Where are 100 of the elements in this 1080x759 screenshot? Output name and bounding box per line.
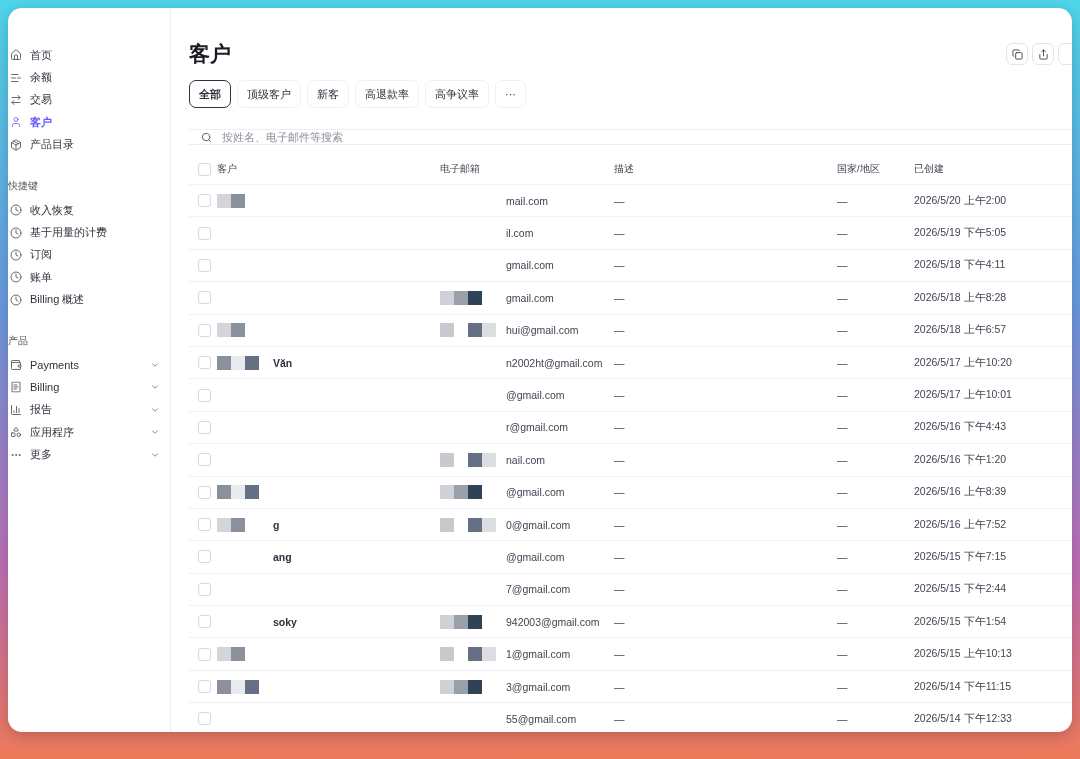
checkbox[interactable] bbox=[198, 258, 211, 272]
nav-item[interactable]: Billing 概述 bbox=[8, 288, 170, 311]
country-text: — bbox=[837, 324, 848, 337]
filter-tab[interactable]: 全部 bbox=[189, 80, 231, 108]
checkbox[interactable] bbox=[198, 323, 211, 337]
checkbox[interactable] bbox=[198, 194, 211, 208]
nav-item[interactable]: 客户 bbox=[8, 111, 170, 134]
description-text: — bbox=[614, 227, 625, 240]
created-date: 2026/5/15 上午10:13 bbox=[914, 647, 1012, 662]
section-title: 快捷键 bbox=[8, 179, 39, 193]
email-text: nail.com bbox=[506, 453, 546, 466]
list-icon bbox=[10, 71, 22, 84]
country-text: — bbox=[837, 259, 848, 272]
email-text: 0@gmail.com bbox=[506, 518, 571, 531]
email-text: gmail.com bbox=[506, 259, 554, 272]
created-date: 2026/5/14 下午12:33 bbox=[914, 711, 1012, 726]
description-text: — bbox=[614, 453, 625, 466]
user-icon bbox=[10, 116, 22, 129]
nav-item[interactable]: Payments bbox=[8, 353, 170, 377]
created-date: 2026/5/15 下午2:44 bbox=[914, 582, 1007, 597]
checkbox[interactable] bbox=[198, 420, 211, 434]
country-text: — bbox=[837, 194, 848, 207]
description-text: — bbox=[614, 583, 625, 596]
description-text: — bbox=[614, 615, 625, 628]
created-date: 2026/5/20 上午2:00 bbox=[914, 193, 1007, 208]
country-text: — bbox=[837, 356, 848, 369]
nav-item[interactable]: 账单 bbox=[8, 266, 170, 289]
nav-item[interactable]: 收入恢复 bbox=[8, 198, 170, 222]
nav-item[interactable]: 订阅 bbox=[8, 243, 170, 267]
email-text: mail.com bbox=[506, 194, 548, 207]
checkbox[interactable] bbox=[198, 485, 211, 499]
checkbox[interactable] bbox=[198, 550, 211, 564]
filter-tab[interactable]: 高退款率 bbox=[355, 80, 419, 108]
email-text: 7@gmail.com bbox=[506, 583, 571, 596]
email-text: 942003@gmail.com bbox=[506, 615, 600, 628]
box-icon bbox=[10, 138, 22, 151]
country-text: — bbox=[837, 615, 848, 628]
nav-item[interactable]: 应用程序 bbox=[8, 421, 170, 444]
email-text: il.com bbox=[506, 227, 534, 240]
clock-icon bbox=[10, 204, 22, 217]
created-date: 2026/5/15 下午1:54 bbox=[914, 614, 1007, 629]
clock-icon bbox=[10, 293, 22, 306]
filter-tab[interactable]: 顶级客户 bbox=[237, 80, 301, 108]
filter-tab[interactable]: 高争议率 bbox=[425, 80, 489, 108]
country-text: — bbox=[837, 680, 848, 693]
search-field[interactable]: 按姓名、电子邮件等搜索 bbox=[220, 130, 1072, 144]
country-text: — bbox=[837, 551, 848, 563]
created-date: 2026/5/14 下午11:15 bbox=[914, 679, 1012, 694]
nav-item[interactable]: 更多 bbox=[8, 443, 170, 466]
nav-item[interactable]: 余额 bbox=[8, 66, 170, 89]
country-text: — bbox=[837, 389, 848, 402]
checkbox[interactable] bbox=[198, 582, 211, 596]
filter-tab[interactable]: ··· bbox=[495, 80, 526, 108]
nav-item[interactable]: 报告 bbox=[8, 398, 170, 422]
checkbox[interactable] bbox=[198, 453, 211, 467]
country-text: — bbox=[837, 453, 848, 466]
email-text: n2002ht@gmail.com bbox=[506, 356, 603, 369]
description-text: — bbox=[614, 518, 625, 531]
copy-button[interactable] bbox=[1006, 43, 1028, 65]
created-date: 2026/5/18 上午8:28 bbox=[914, 290, 1007, 305]
wallet-icon bbox=[10, 359, 22, 372]
arrows-icon bbox=[10, 93, 22, 106]
email-text: @gmail.com bbox=[506, 486, 565, 499]
checkbox[interactable] bbox=[198, 162, 211, 176]
email-text: 3@gmail.com bbox=[506, 680, 571, 693]
description-text: — bbox=[614, 551, 625, 563]
email-text: gmail.com bbox=[506, 291, 554, 304]
column-header: 描述 bbox=[614, 162, 634, 176]
filter-tab[interactable]: 新客 bbox=[307, 80, 349, 108]
customer-name: ang bbox=[273, 551, 292, 563]
nav-item[interactable]: 交易 bbox=[8, 88, 170, 112]
created-date: 2026/5/15 下午7:15 bbox=[914, 550, 1007, 564]
checkbox[interactable] bbox=[198, 226, 211, 240]
page-title: 客户 bbox=[189, 41, 231, 67]
description-text: — bbox=[614, 291, 625, 304]
nav-item[interactable]: 基于用量的计费 bbox=[8, 221, 170, 244]
bar-chart-icon bbox=[10, 403, 22, 416]
checkbox[interactable] bbox=[198, 615, 211, 629]
checkbox[interactable] bbox=[198, 647, 211, 661]
nav-item[interactable]: 首页 bbox=[8, 44, 170, 67]
checkbox[interactable] bbox=[198, 712, 211, 726]
share-button[interactable] bbox=[1032, 43, 1054, 65]
checkbox[interactable] bbox=[198, 518, 211, 532]
shapes-icon bbox=[10, 426, 22, 439]
nav-item[interactable]: Billing bbox=[8, 376, 170, 399]
checkbox[interactable] bbox=[198, 388, 211, 402]
checkbox[interactable] bbox=[198, 356, 211, 370]
description-text: — bbox=[614, 324, 625, 337]
clock-icon bbox=[10, 226, 22, 239]
section-title: 产品 bbox=[8, 334, 29, 348]
nav-item[interactable]: 产品目录 bbox=[8, 133, 170, 156]
column-header: 已创建 bbox=[914, 162, 944, 176]
checkbox[interactable] bbox=[198, 680, 211, 694]
country-text: — bbox=[837, 291, 848, 304]
country-text: — bbox=[837, 712, 848, 725]
email-text: @gmail.com bbox=[506, 389, 565, 402]
created-date: 2026/5/16 下午1:20 bbox=[914, 452, 1007, 467]
description-text: — bbox=[614, 421, 625, 434]
checkbox[interactable] bbox=[198, 291, 211, 305]
home-icon bbox=[10, 49, 22, 62]
